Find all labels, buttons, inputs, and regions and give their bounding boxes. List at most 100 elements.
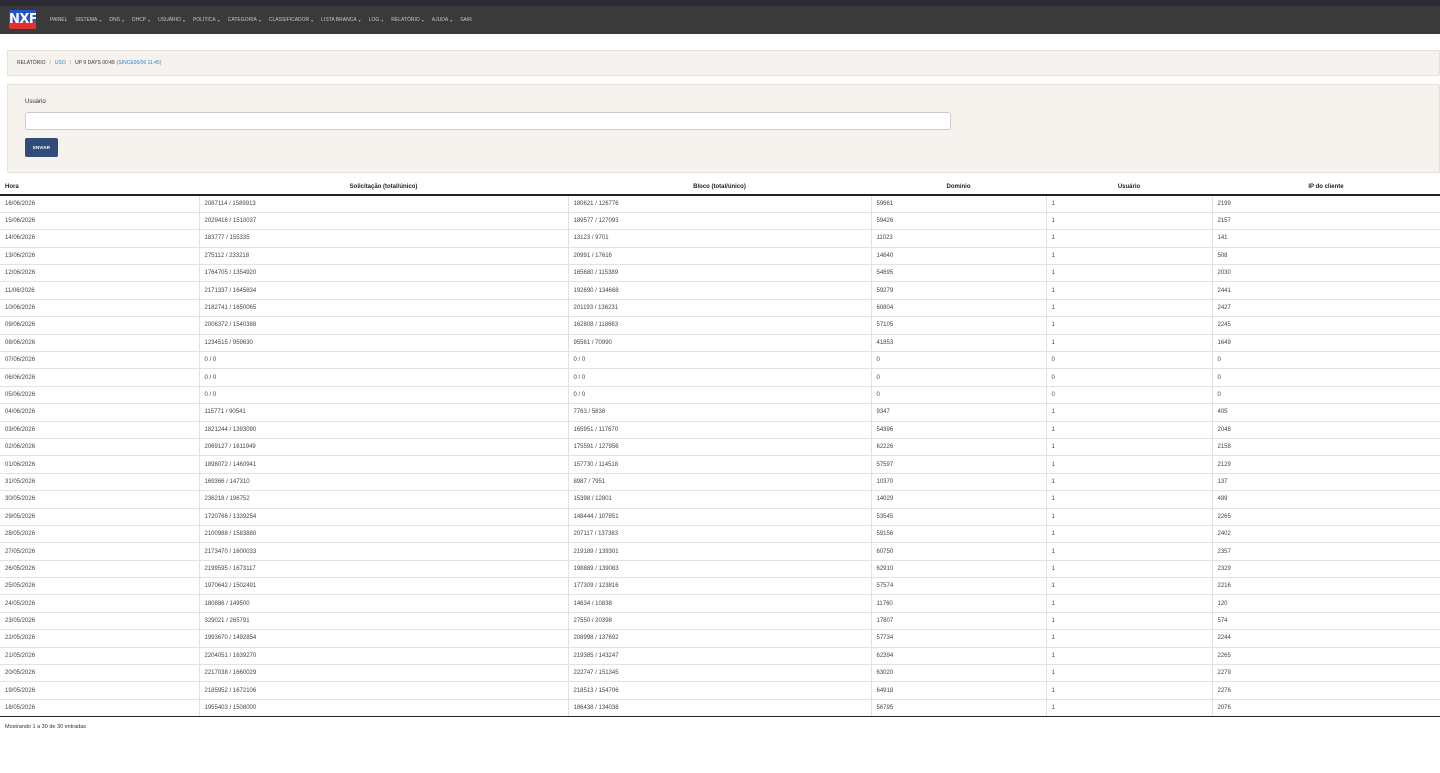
table-cell: 1 <box>1045 316 1212 335</box>
caret-down-icon: ▾ <box>450 17 453 23</box>
table-cell: 18/05/2026 <box>0 699 199 718</box>
table-row: 28/05/2026 2100988 / 1583880 207117 / 1373… <box>0 525 1440 544</box>
table-cell: 07/06/2026 <box>0 351 199 370</box>
table-cell: 405 <box>1211 403 1440 422</box>
table-cell: 1 <box>1045 421 1212 439</box>
table-row: 25/05/2026 1970642 / 1502491 177309 / 1238… <box>0 577 1440 596</box>
table-cell: 1 <box>1045 664 1212 683</box>
nav-item-painel[interactable]: PAINEL <box>50 17 67 23</box>
table-cell: 15398 / 12801 <box>567 490 871 509</box>
nav-item-classificador[interactable]: CLASSIFICADOR ▾ <box>269 17 313 23</box>
nav-item-sistema[interactable]: SISTEMA ▾ <box>75 17 101 23</box>
nav-item-label: POLÍTICA <box>192 17 216 23</box>
column-header[interactable]: Bloco (total/único) <box>568 180 871 196</box>
nav-item-categoria[interactable]: CATEGORIA ▾ <box>228 17 261 23</box>
column-header[interactable]: IP do cliente <box>1212 180 1440 196</box>
table-cell: 183777 / 155335 <box>198 229 568 248</box>
table-cell: 1 <box>1045 699 1212 718</box>
table-cell: 2402 <box>1211 525 1440 544</box>
table-cell: 1 <box>1045 455 1212 474</box>
table-cell: 2048 <box>1211 421 1440 439</box>
table-cell: 20991 / 17616 <box>567 247 871 266</box>
table-cell: 218513 / 154706 <box>567 681 871 700</box>
nav-item-ajuda[interactable]: AJUDA ▾ <box>432 17 452 23</box>
breadcrumb-current: UP 9 DAYS 00:49 <box>75 60 115 66</box>
table-row: 07/06/2026 0 / 00 / 0000 <box>0 351 1440 370</box>
user-filter-form: Usuário ENVIAR <box>7 84 1440 173</box>
table-cell: 21/05/2026 <box>0 647 199 666</box>
table-cell: 0 / 0 <box>567 368 871 387</box>
table-cell: 2244 <box>1211 629 1440 648</box>
table-cell: 1 <box>1045 212 1212 231</box>
table-cell: 1 <box>1045 438 1212 457</box>
nav-item-label: LOG <box>368 17 380 23</box>
nav-item-usuário[interactable]: USUÁRIO ▾ <box>158 17 185 23</box>
user-input[interactable] <box>25 112 951 130</box>
user-field-label: Usuário <box>25 99 46 105</box>
table-cell: 0 / 0 <box>198 368 568 387</box>
breadcrumb-separator: / <box>69 60 72 66</box>
table-cell: 165951 / 117670 <box>567 421 871 439</box>
table-cell: 0 / 0 <box>198 386 568 405</box>
table-cell: 15/06/2026 <box>0 212 199 231</box>
breadcrumb-since: (SINCE06/06 11:45) <box>116 60 162 66</box>
table-cell: 175591 / 127956 <box>567 438 871 457</box>
table-row: 15/06/2026 2029416 / 1510037 189577 / 1270… <box>0 212 1440 231</box>
table-cell: 2216 <box>1211 577 1440 596</box>
table-cell: 14029 <box>870 490 1046 509</box>
nxf-logo[interactable]: NXF <box>9 10 36 29</box>
breadcrumb-link-uso[interactable]: USO <box>55 60 66 66</box>
submit-button[interactable]: ENVIAR <box>25 138 58 157</box>
table-cell: 0 / 0 <box>567 386 871 405</box>
table-cell: 62394 <box>870 647 1046 666</box>
table-cell: 2158 <box>1211 438 1440 457</box>
table-cell: 24/05/2026 <box>0 594 199 613</box>
table-cell: 10370 <box>870 473 1046 492</box>
table-cell: 29/05/2026 <box>0 508 199 526</box>
table-cell: 157730 / 114518 <box>567 455 871 474</box>
nav-item-log[interactable]: LOG ▾ <box>369 17 384 23</box>
table-cell: 508 <box>1211 247 1440 266</box>
table-cell: 219189 / 139301 <box>567 542 871 561</box>
table-row: 06/06/2026 0 / 00 / 0000 <box>0 368 1440 387</box>
caret-down-icon: ▾ <box>217 17 220 23</box>
table-cell: 09/06/2026 <box>0 316 199 335</box>
table-cell: 0 <box>870 368 1046 387</box>
table-cell: 1 <box>1045 334 1212 353</box>
table-cell: 1821244 / 1393090 <box>198 421 568 439</box>
column-header[interactable]: Solicitação (total/único) <box>199 180 568 196</box>
nav-item-política[interactable]: POLÍTICA ▾ <box>193 17 220 23</box>
table-cell: 198889 / 139083 <box>567 560 871 579</box>
column-header[interactable]: Hora <box>0 180 199 196</box>
nav-item-dns[interactable]: DNS ▾ <box>109 17 124 23</box>
nav-item-label: SAIR <box>460 17 472 23</box>
table-row: 29/05/2026 1720766 / 1339254 148444 / 1078… <box>0 508 1440 526</box>
table-cell: 62226 <box>870 438 1046 457</box>
caret-down-icon: ▾ <box>311 17 314 23</box>
caret-down-icon: ▾ <box>99 17 102 23</box>
nav-item-label: RELATÓRIO <box>391 17 420 23</box>
caret-down-icon: ▾ <box>182 17 185 23</box>
table-cell: 95561 / 70990 <box>567 334 871 353</box>
table-row: 05/06/2026 0 / 00 / 0000 <box>0 386 1440 405</box>
table-cell: 1 <box>1045 681 1212 700</box>
nav-item-relatório[interactable]: RELATÓRIO ▾ <box>391 17 424 23</box>
table-row: 27/05/2026 2173470 / 1600033 219189 / 1393… <box>0 542 1440 561</box>
top-navbar: NXF PAINEL SISTEMA ▾ DNS ▾ DHCP ▾ USUÁRIO ▾ POLÍT… <box>0 0 1440 34</box>
table-cell: 14640 <box>870 247 1046 266</box>
table-cell: 1764705 / 1354920 <box>198 264 568 283</box>
table-cell: 2076 <box>1211 699 1440 718</box>
column-header[interactable]: Usuário <box>1046 180 1212 196</box>
nav-item-dhcp[interactable]: DHCP ▾ <box>132 17 150 23</box>
table-cell: 1 <box>1045 542 1212 561</box>
table-cell: 2030 <box>1211 264 1440 283</box>
nav-item-lista-branca[interactable]: LISTA BRANCA ▾ <box>321 17 361 23</box>
report-table-container: Hora Solicitação (total/único) Bloco (tota… <box>0 180 1440 718</box>
table-cell: 1993670 / 1492854 <box>198 629 568 648</box>
table-cell: 2069127 / 1611949 <box>198 438 568 457</box>
table-cell: 2357 <box>1211 542 1440 561</box>
column-header[interactable]: Domínio <box>871 180 1046 196</box>
nav-item-sair[interactable]: SAIR <box>460 17 472 23</box>
table-cell: 9347 <box>870 403 1046 422</box>
table-cell: 11023 <box>870 229 1046 248</box>
